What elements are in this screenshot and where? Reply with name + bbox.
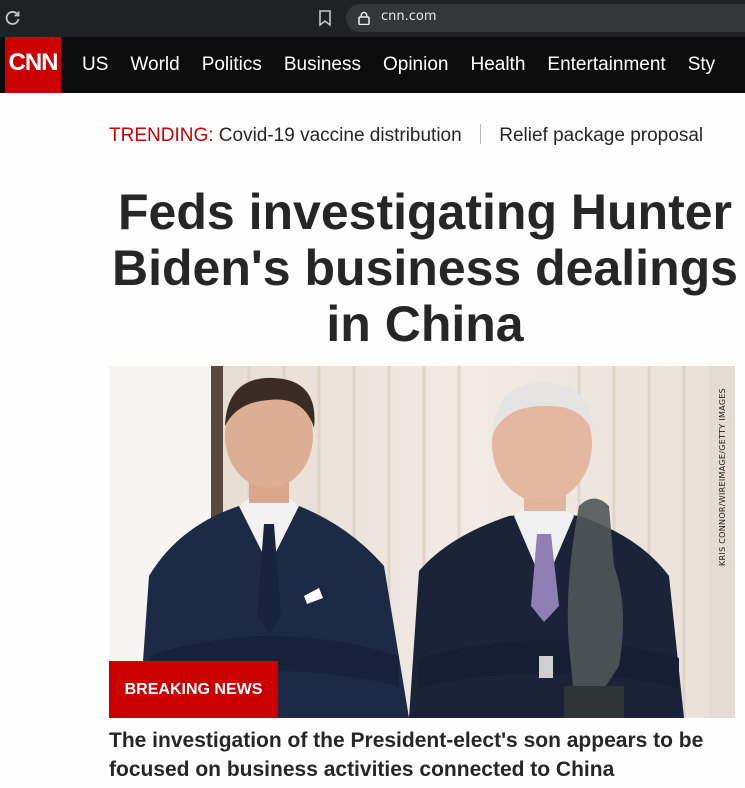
article-summary[interactable]: The investigation of the President-elect… [109, 726, 745, 784]
address-bar[interactable]: cnn.com [346, 4, 745, 32]
trending-label: TRENDING: [109, 125, 214, 146]
reload-icon[interactable] [4, 9, 22, 27]
breaking-news-badge: BREAKING NEWS [109, 661, 278, 718]
trending-link-vaccine[interactable]: Covid-19 vaccine distribution [219, 125, 462, 146]
browser-toolbar: cnn.com [0, 0, 745, 37]
nav-item-opinion[interactable]: Opinion [372, 54, 460, 76]
lock-icon [358, 11, 370, 25]
article-headline[interactable]: Feds investigating Hunter Biden's busine… [100, 184, 745, 352]
nav-item-business[interactable]: Business [273, 54, 372, 76]
trending-divider [479, 124, 481, 144]
nav-item-style[interactable]: Sty [677, 54, 726, 76]
nav-links: US World Politics Business Opinion Healt… [71, 37, 726, 93]
nav-item-us[interactable]: US [71, 54, 119, 76]
nav-item-world[interactable]: World [119, 54, 190, 76]
nav-item-health[interactable]: Health [459, 54, 536, 76]
url-text: cnn.com [381, 9, 437, 24]
nav-item-entertainment[interactable]: Entertainment [536, 54, 676, 76]
cnn-logo[interactable]: CNN [5, 37, 61, 93]
site-nav: CNN US World Politics Business Opinion H… [0, 37, 745, 93]
nav-item-politics[interactable]: Politics [191, 54, 273, 76]
trending-bar: TRENDING: Covid-19 vaccine distribution … [109, 124, 703, 147]
photo-credit: KRIS CONNOR/WIREIMAGE/GETTY IMAGES [718, 387, 727, 566]
trending-link-relief[interactable]: Relief package proposal [499, 125, 703, 146]
bookmark-icon[interactable] [318, 9, 332, 27]
